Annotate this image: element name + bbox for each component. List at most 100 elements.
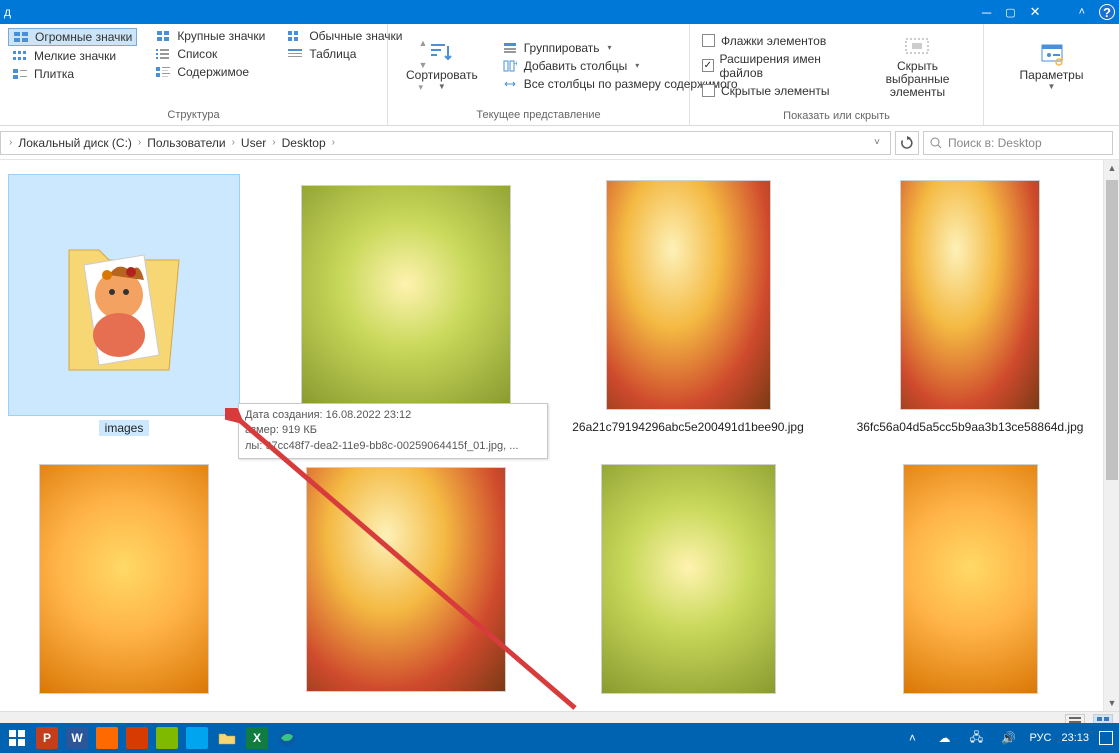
search-icon bbox=[930, 137, 942, 149]
vertical-scrollbar[interactable]: ▲ ▼ bbox=[1103, 160, 1119, 711]
ribbon-collapse-icon[interactable]: ˄ bbox=[1079, 6, 1085, 18]
breadcrumb-part[interactable]: Desktop bbox=[282, 136, 326, 150]
taskbar-app[interactable] bbox=[96, 727, 118, 749]
chevron-right-icon[interactable]: › bbox=[328, 137, 339, 148]
chevron-down-icon: ▾ bbox=[635, 61, 639, 70]
taskbar: P W X ˄ ☁ 🖧 🔊 РУС 23:13 bbox=[0, 723, 1119, 753]
svg-text:+: + bbox=[514, 60, 517, 68]
folder-icon bbox=[49, 200, 199, 390]
view-label: Список bbox=[177, 47, 217, 61]
chevron-down-icon: ▼ bbox=[438, 82, 446, 91]
breadcrumb[interactable]: › Локальный диск (C:) › Пользователи › U… bbox=[0, 131, 891, 155]
tray-notifications-icon[interactable] bbox=[1099, 731, 1113, 745]
taskbar-powerpoint[interactable]: P bbox=[36, 727, 58, 749]
tooltip-line: Дата создания: 16.08.2022 23:12 bbox=[245, 408, 541, 423]
checkbox-hidden[interactable]: Скрытые элементы bbox=[698, 82, 852, 100]
chevron-right-icon[interactable]: › bbox=[268, 137, 279, 148]
minimize-button[interactable]: ─ bbox=[982, 5, 991, 20]
checkbox-item-flags[interactable]: Флажки элементов bbox=[698, 32, 852, 50]
history-dropdown-icon[interactable]: ˅ bbox=[868, 137, 886, 148]
chevron-down-icon: ▼ bbox=[1048, 82, 1056, 91]
maximize-button[interactable]: ▢ bbox=[1005, 6, 1015, 19]
view-small-icons[interactable]: Мелкие значки bbox=[8, 48, 137, 64]
breadcrumb-part[interactable]: Локальный диск (C:) bbox=[18, 136, 132, 150]
search-placeholder: Поиск в: Desktop bbox=[948, 136, 1042, 150]
options-button[interactable]: Параметры ▼ bbox=[1010, 28, 1094, 103]
refresh-button[interactable] bbox=[895, 131, 919, 155]
refresh-icon bbox=[900, 136, 914, 150]
ribbon-group-label: Показать или скрыть bbox=[690, 108, 983, 126]
file-item[interactable] bbox=[572, 458, 804, 704]
view-content[interactable]: Содержимое bbox=[151, 64, 269, 80]
search-input[interactable]: Поиск в: Desktop bbox=[923, 131, 1113, 155]
taskbar-word[interactable]: W bbox=[66, 727, 88, 749]
ribbon-group-label: Структура bbox=[0, 107, 387, 125]
options-icon bbox=[1036, 40, 1068, 68]
hide-icon bbox=[901, 32, 933, 60]
scroll-down-icon[interactable]: ▼ bbox=[1104, 695, 1119, 711]
file-item[interactable]: 36fc56a04d5a5cc5b9aa3b13ce58864d.jpg bbox=[854, 174, 1086, 436]
hide-label-2: элементы bbox=[890, 85, 945, 99]
taskbar-app[interactable] bbox=[156, 727, 178, 749]
help-icon[interactable]: ? bbox=[1099, 4, 1115, 20]
taskbar-app[interactable] bbox=[186, 727, 208, 749]
view-list[interactable]: Список bbox=[151, 46, 269, 62]
folder-item[interactable]: images bbox=[8, 174, 240, 436]
taskbar-excel[interactable]: X bbox=[246, 727, 268, 749]
title-bar: д ─ ▢ ✕ ˄ ? bbox=[0, 0, 1119, 24]
sort-icon bbox=[426, 40, 458, 68]
view-tiles[interactable]: Плитка bbox=[8, 66, 137, 82]
hide-label-1: Скрыть выбранные bbox=[886, 59, 950, 86]
start-button[interactable] bbox=[6, 727, 28, 749]
view-label: Содержимое bbox=[177, 65, 249, 79]
tray-cloud-icon[interactable]: ☁ bbox=[933, 727, 955, 749]
checkbox-extensions[interactable]: Расширения имен файлов bbox=[698, 50, 852, 82]
tray-volume-icon[interactable]: 🔊 bbox=[997, 727, 1019, 749]
breadcrumb-part[interactable]: User bbox=[241, 136, 266, 150]
taskbar-app[interactable] bbox=[126, 727, 148, 749]
item-name: 26a21c79194296abc5e200491d1bee90.jpg bbox=[572, 420, 804, 434]
row-label: Группировать bbox=[524, 41, 600, 55]
checkbox-icon bbox=[702, 34, 715, 47]
tooltip-line: лы: 97cc48f7-dea2-11e9-bb8c-00259064415f… bbox=[245, 439, 541, 454]
chevron-down-icon: ▾ bbox=[608, 43, 612, 52]
title-text: д bbox=[4, 5, 11, 19]
view-label: Плитка bbox=[34, 67, 74, 81]
content-icon bbox=[155, 66, 171, 78]
file-item[interactable] bbox=[854, 458, 1086, 704]
tiles-icon bbox=[12, 68, 28, 80]
chevron-right-icon[interactable]: › bbox=[5, 137, 16, 148]
sort-button[interactable]: Сортировать ▼ bbox=[396, 28, 488, 103]
breadcrumb-part[interactable]: Пользователи bbox=[147, 136, 225, 150]
folder-tooltip: Дата создания: 16.08.2022 23:12 азмер: 9… bbox=[238, 403, 548, 459]
scroll-up-icon[interactable]: ▲ bbox=[1104, 160, 1119, 176]
view-label: Крупные значки bbox=[177, 29, 265, 43]
ribbon-group-presentation: Сортировать ▼ Группировать ▾ + Добавить … bbox=[388, 24, 690, 125]
checkbox-icon bbox=[702, 84, 715, 97]
chevron-right-icon[interactable]: › bbox=[134, 137, 145, 148]
scrollbar-thumb[interactable] bbox=[1106, 180, 1118, 480]
tray-clock[interactable]: 23:13 bbox=[1061, 732, 1089, 744]
taskbar-edge[interactable] bbox=[276, 727, 298, 749]
taskbar-explorer[interactable] bbox=[216, 727, 238, 749]
item-name: images bbox=[99, 420, 150, 436]
file-item[interactable] bbox=[290, 458, 522, 704]
view-large-icons[interactable]: Крупные значки bbox=[151, 28, 269, 44]
view-label: Мелкие значки bbox=[34, 49, 116, 63]
group-icon bbox=[502, 41, 518, 55]
table-icon bbox=[287, 48, 303, 60]
close-button[interactable]: ✕ bbox=[1030, 4, 1041, 20]
file-item[interactable]: 5uErgfwMHyg.jpg bbox=[290, 174, 522, 436]
options-label: Параметры bbox=[1020, 68, 1084, 82]
tray-language[interactable]: РУС bbox=[1029, 732, 1051, 744]
hide-selected-button[interactable]: Скрыть выбранныеэлементы bbox=[860, 28, 975, 104]
row-label: Скрытые элементы bbox=[721, 84, 830, 98]
file-item[interactable] bbox=[8, 458, 240, 704]
chevron-right-icon[interactable]: › bbox=[228, 137, 239, 148]
tray-chevron-up-icon[interactable]: ˄ bbox=[901, 727, 923, 749]
file-item[interactable]: 26a21c79194296abc5e200491d1bee90.jpg bbox=[572, 174, 804, 436]
file-list: images 5uErgfwMHyg.jpg 26a21c79194296abc… bbox=[0, 160, 1119, 731]
row-label: Добавить столбцы bbox=[524, 59, 628, 73]
tray-network-icon[interactable]: 🖧 bbox=[965, 727, 987, 749]
view-extra-large-icons[interactable]: Огромные значки bbox=[8, 28, 137, 46]
